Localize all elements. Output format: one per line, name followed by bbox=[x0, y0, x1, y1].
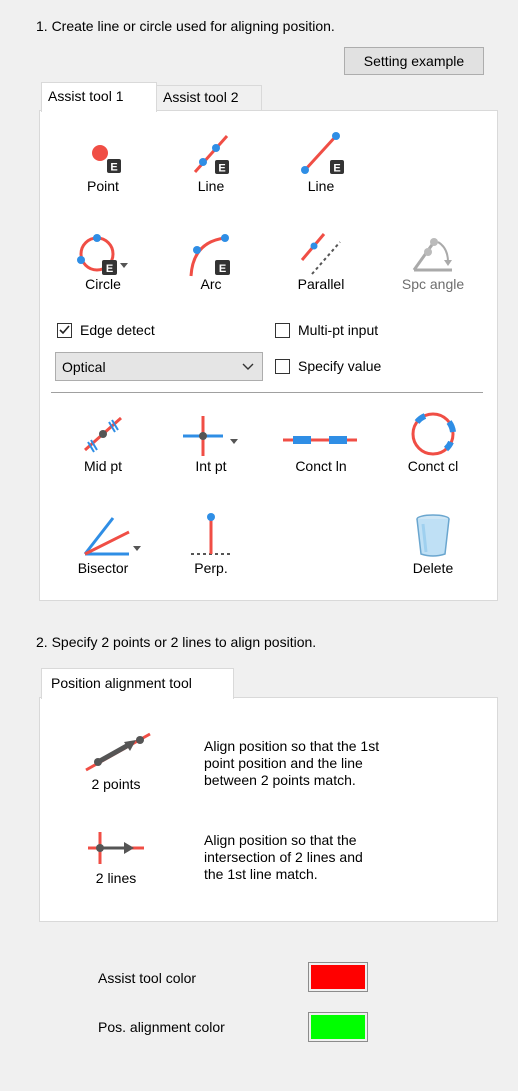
line-end-tool-label: Line bbox=[307, 178, 335, 194]
arc-tool-button[interactable]: E Arc bbox=[166, 230, 256, 292]
detect-mode-select[interactable]: Optical bbox=[55, 352, 263, 381]
two-lines-description: Align position so that the intersection … bbox=[204, 832, 363, 883]
alignment-color-swatch bbox=[311, 1015, 365, 1039]
alignment-color-label: Pos. alignment color bbox=[98, 1019, 225, 1035]
divider bbox=[51, 392, 483, 393]
assist-tool-color-button[interactable] bbox=[308, 962, 368, 992]
description-line: intersection of 2 lines and bbox=[204, 849, 363, 865]
checkbox-box[interactable] bbox=[275, 322, 290, 338]
parallel-icon bbox=[300, 233, 341, 275]
svg-text:E: E bbox=[106, 263, 113, 275]
parallel-tool-button[interactable]: Parallel bbox=[276, 230, 366, 292]
perpendicular-tool-button[interactable]: Perp. bbox=[166, 510, 256, 576]
two-lines-tool-button[interactable]: 2 lines bbox=[68, 828, 164, 886]
specify-value-label: Specify value bbox=[298, 358, 382, 374]
description-line: Align position so that the 1st bbox=[204, 738, 380, 754]
arc-tool-label: Arc bbox=[200, 276, 222, 292]
concentric-line-tool-button[interactable]: Conct ln bbox=[276, 412, 366, 474]
line-2pt-tool-button[interactable]: E Line bbox=[166, 132, 256, 194]
concentric-circle-tool-label: Conct cl bbox=[407, 458, 459, 474]
line-2pt-tool-label: Line bbox=[197, 178, 225, 194]
edge-detect-checkbox[interactable]: Edge detect bbox=[57, 322, 155, 338]
checkbox-box[interactable] bbox=[275, 358, 290, 374]
svg-text:E: E bbox=[218, 163, 225, 175]
description-line: point position and the line bbox=[204, 755, 363, 771]
bisector-icon bbox=[83, 517, 141, 556]
midpoint-tool-label: Mid pt bbox=[83, 458, 123, 474]
delete-tool-button[interactable]: Delete bbox=[388, 510, 478, 576]
tab-assist-tool-1[interactable]: Assist tool 1 bbox=[41, 82, 157, 112]
detect-mode-value: Optical bbox=[62, 358, 106, 375]
circle-tool-button[interactable]: E Circle bbox=[58, 230, 148, 292]
step2-label: 2. Specify 2 points or 2 lines to align … bbox=[36, 634, 317, 650]
specify-angle-tool-label: Spc angle bbox=[401, 276, 465, 292]
svg-text:E: E bbox=[333, 163, 340, 175]
dropdown-arrow-icon bbox=[230, 439, 238, 444]
perpendicular-icon bbox=[191, 513, 231, 555]
line-end-icon: E bbox=[301, 132, 344, 175]
description-line: Align position so that the bbox=[204, 832, 357, 848]
two-lines-label: 2 lines bbox=[95, 870, 137, 886]
concentric-circle-icon bbox=[411, 412, 456, 456]
circle-tool-label: Circle bbox=[85, 276, 121, 292]
alignment-color-button[interactable] bbox=[308, 1012, 368, 1042]
chevron-down-icon bbox=[242, 363, 254, 370]
two-points-description: Align position so that the 1st point pos… bbox=[204, 738, 379, 789]
bisector-tool-label: Bisector bbox=[77, 560, 129, 576]
two-points-tool-button[interactable]: 2 points bbox=[68, 728, 164, 792]
description-line: the 1st line match. bbox=[204, 866, 318, 882]
tab-assist-tool-2[interactable]: Assist tool 2 bbox=[156, 85, 262, 111]
assist-color-swatch bbox=[311, 965, 365, 989]
point-icon: E bbox=[92, 145, 121, 174]
dropdown-arrow-icon bbox=[133, 546, 141, 551]
intersection-icon bbox=[183, 416, 238, 456]
two-points-label: 2 points bbox=[91, 776, 141, 792]
multi-pt-input-label: Multi-pt input bbox=[298, 322, 379, 338]
specify-angle-icon bbox=[412, 238, 452, 272]
bisector-tool-button[interactable]: Bisector bbox=[58, 510, 148, 576]
setting-example-button[interactable]: Setting example bbox=[344, 47, 484, 75]
concentric-line-icon bbox=[283, 436, 357, 444]
intersection-tool-button[interactable]: Int pt bbox=[166, 412, 256, 474]
trash-icon bbox=[416, 514, 450, 557]
edge-detect-label: Edge detect bbox=[80, 322, 155, 338]
description-line: between 2 points match. bbox=[204, 772, 356, 788]
assist-tool-color-label: Assist tool color bbox=[98, 970, 197, 986]
specify-value-checkbox[interactable]: Specify value bbox=[275, 358, 381, 374]
checkbox-box[interactable] bbox=[57, 322, 72, 338]
specify-angle-tool-button[interactable]: Spc angle bbox=[388, 230, 478, 292]
point-tool-button[interactable]: E Point bbox=[58, 132, 148, 194]
dropdown-arrow-icon bbox=[120, 263, 128, 268]
concentric-line-tool-label: Conct ln bbox=[295, 458, 347, 474]
midpoint-tool-button[interactable]: Mid pt bbox=[58, 412, 148, 474]
svg-text:E: E bbox=[110, 162, 117, 174]
tab-position-alignment-tool[interactable]: Position alignment tool bbox=[41, 668, 234, 699]
perpendicular-tool-label: Perp. bbox=[194, 560, 228, 576]
arc-icon: E bbox=[189, 234, 230, 277]
circle-icon: E bbox=[77, 234, 128, 275]
parallel-tool-label: Parallel bbox=[297, 276, 345, 292]
concentric-circle-tool-button[interactable]: Conct cl bbox=[388, 412, 478, 474]
multi-pt-input-checkbox[interactable]: Multi-pt input bbox=[275, 322, 378, 338]
line-end-tool-button[interactable]: E Line bbox=[276, 132, 366, 194]
intersection-tool-label: Int pt bbox=[195, 458, 227, 474]
two-lines-icon bbox=[88, 832, 144, 864]
check-mark-icon bbox=[59, 325, 70, 335]
two-points-icon bbox=[85, 732, 151, 772]
step1-label: 1. Create line or circle used for aligni… bbox=[36, 18, 335, 34]
point-tool-label: Point bbox=[87, 178, 119, 194]
line-2pt-icon: E bbox=[193, 135, 229, 175]
midpoint-icon bbox=[84, 416, 122, 453]
svg-text:E: E bbox=[219, 263, 226, 275]
delete-tool-label: Delete bbox=[412, 560, 454, 576]
